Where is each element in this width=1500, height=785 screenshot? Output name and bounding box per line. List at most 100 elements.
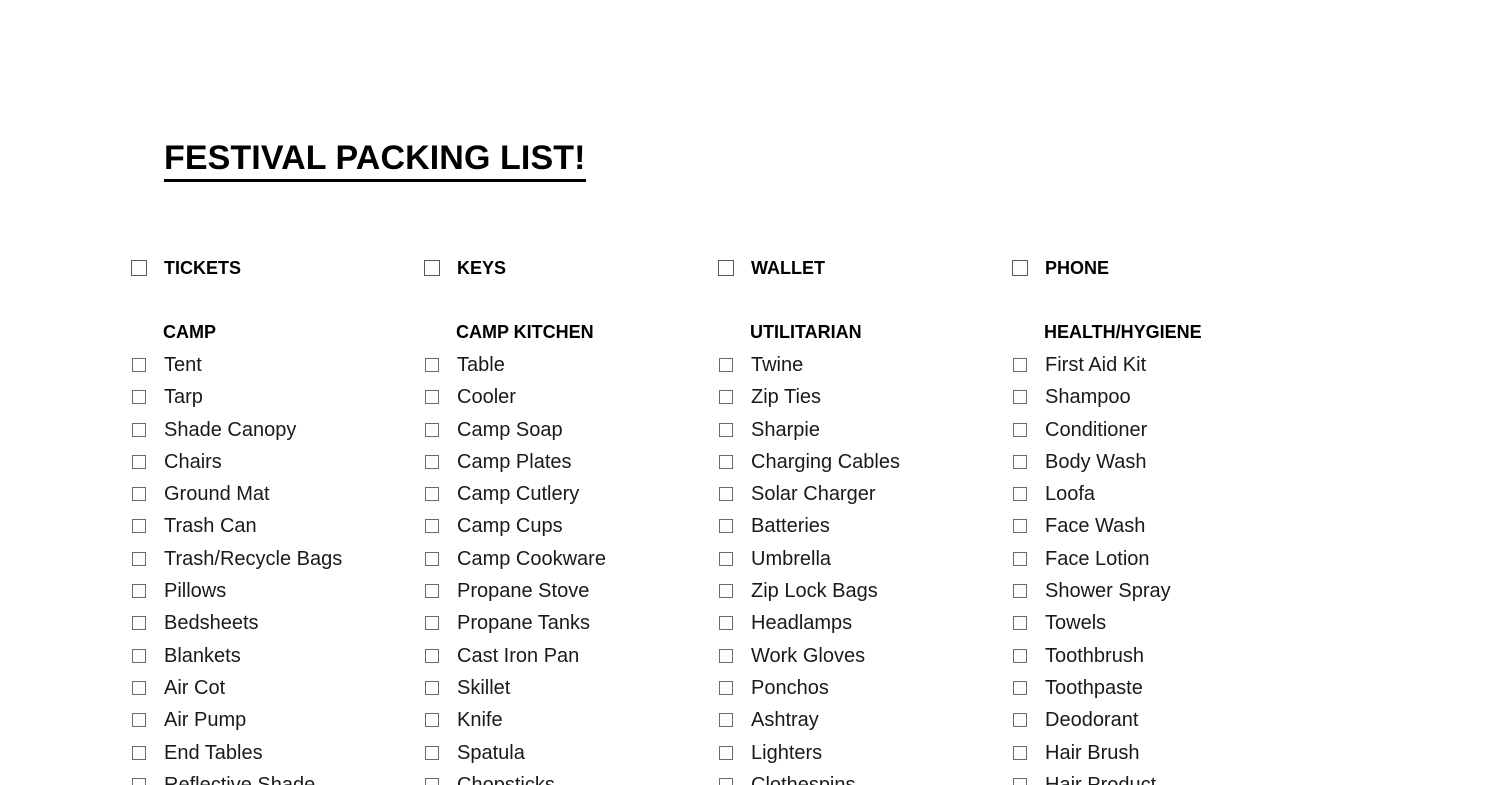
list-item[interactable]: Lighters — [718, 741, 1018, 765]
checkbox-icon[interactable] — [1013, 584, 1027, 599]
list-item[interactable]: Table — [424, 353, 724, 377]
checkbox-icon[interactable] — [132, 680, 146, 695]
checkbox-icon[interactable] — [1013, 519, 1027, 534]
checkbox-icon[interactable] — [425, 551, 439, 566]
list-item[interactable]: Hair Product — [1012, 773, 1312, 785]
list-item[interactable]: Clothespins — [718, 773, 1018, 785]
list-item[interactable]: First Aid Kit — [1012, 353, 1312, 377]
checkbox-icon[interactable] — [1013, 680, 1027, 695]
list-item[interactable]: Solar Charger — [718, 482, 1018, 506]
list-item[interactable]: Work Gloves — [718, 644, 1018, 668]
checkbox-icon[interactable] — [1013, 487, 1027, 502]
list-item[interactable]: Towels — [1012, 611, 1312, 635]
list-item[interactable]: Bedsheets — [131, 611, 431, 635]
checkbox-icon[interactable] — [425, 422, 439, 437]
checkbox-icon[interactable] — [425, 390, 439, 405]
list-item[interactable]: Trash/Recycle Bags — [131, 547, 431, 571]
checkbox-icon[interactable] — [132, 487, 146, 502]
list-item[interactable]: Hair Brush — [1012, 741, 1312, 765]
checkbox-icon[interactable] — [1013, 551, 1027, 566]
checkbox-icon[interactable] — [425, 358, 439, 372]
checkbox-icon[interactable] — [1013, 358, 1027, 372]
list-item[interactable]: Trash Can — [131, 514, 431, 538]
list-item[interactable]: Conditioner — [1012, 418, 1312, 442]
list-item[interactable]: Camp Soap — [424, 418, 724, 442]
checkbox-icon[interactable] — [131, 260, 147, 276]
checkbox-icon[interactable] — [425, 745, 439, 760]
checkbox-icon[interactable] — [132, 713, 146, 728]
checkbox-icon[interactable] — [132, 777, 146, 785]
list-item[interactable]: Sharpie — [718, 418, 1018, 442]
checkbox-icon[interactable] — [1013, 390, 1027, 405]
checkbox-icon[interactable] — [718, 260, 734, 276]
checkbox-icon[interactable] — [719, 551, 733, 566]
checkbox-icon[interactable] — [719, 422, 733, 437]
list-item[interactable]: Face Wash — [1012, 514, 1312, 538]
list-item[interactable]: End Tables — [131, 741, 431, 765]
list-item[interactable]: Body Wash — [1012, 450, 1312, 474]
checkbox-icon[interactable] — [1013, 777, 1027, 785]
checkbox-icon[interactable] — [719, 680, 733, 695]
checkbox-icon[interactable] — [719, 584, 733, 599]
list-item[interactable]: Propane Tanks — [424, 611, 724, 635]
checkbox-icon[interactable] — [425, 519, 439, 534]
list-item[interactable]: Propane Stove — [424, 579, 724, 603]
list-item[interactable]: Batteries — [718, 514, 1018, 538]
list-item[interactable]: Cast Iron Pan — [424, 644, 724, 668]
list-item[interactable]: Toothbrush — [1012, 644, 1312, 668]
checkbox-icon[interactable] — [425, 680, 439, 695]
list-item[interactable]: Air Pump — [131, 708, 431, 732]
list-item[interactable]: Camp Cookware — [424, 547, 724, 571]
list-item[interactable]: Camp Cutlery — [424, 482, 724, 506]
list-item[interactable]: Chairs — [131, 450, 431, 474]
checkbox-icon[interactable] — [719, 713, 733, 728]
checkbox-icon[interactable] — [132, 358, 146, 372]
checkbox-icon[interactable] — [132, 745, 146, 760]
list-item[interactable]: Umbrella — [718, 547, 1018, 571]
list-item[interactable]: Cooler — [424, 385, 724, 409]
checkbox-icon[interactable] — [1013, 616, 1027, 631]
list-item[interactable]: Spatula — [424, 741, 724, 765]
list-item[interactable]: Ponchos — [718, 676, 1018, 700]
checkbox-icon[interactable] — [719, 358, 733, 372]
list-item[interactable]: Charging Cables — [718, 450, 1018, 474]
list-item[interactable]: Ground Mat — [131, 482, 431, 506]
checkbox-icon[interactable] — [1012, 260, 1028, 276]
list-item[interactable]: Camp Plates — [424, 450, 724, 474]
list-item[interactable]: Chopsticks — [424, 773, 724, 785]
checkbox-icon[interactable] — [719, 454, 733, 469]
checkbox-icon[interactable] — [719, 487, 733, 502]
checkbox-icon[interactable] — [132, 519, 146, 534]
list-item[interactable]: Reflective Shade — [131, 773, 431, 785]
checkbox-icon[interactable] — [425, 584, 439, 599]
checkbox-icon[interactable] — [132, 551, 146, 566]
list-item[interactable]: Knife — [424, 708, 724, 732]
list-item[interactable]: Air Cot — [131, 676, 431, 700]
list-item[interactable]: Blankets — [131, 644, 431, 668]
checkbox-icon[interactable] — [1013, 745, 1027, 760]
essential-item-phone[interactable]: PHONE — [1012, 257, 1109, 279]
checkbox-icon[interactable] — [719, 745, 733, 760]
list-item[interactable]: Headlamps — [718, 611, 1018, 635]
list-item[interactable]: Shampoo — [1012, 385, 1312, 409]
list-item[interactable]: Shower Spray — [1012, 579, 1312, 603]
list-item[interactable]: Shade Canopy — [131, 418, 431, 442]
checkbox-icon[interactable] — [424, 260, 440, 276]
essential-item-tickets[interactable]: TICKETS — [131, 257, 241, 279]
checkbox-icon[interactable] — [425, 777, 439, 785]
checkbox-icon[interactable] — [719, 390, 733, 405]
essential-item-keys[interactable]: KEYS — [424, 257, 506, 279]
list-item[interactable]: Skillet — [424, 676, 724, 700]
checkbox-icon[interactable] — [1013, 713, 1027, 728]
list-item[interactable]: Loofa — [1012, 482, 1312, 506]
list-item[interactable]: Ashtray — [718, 708, 1018, 732]
checkbox-icon[interactable] — [425, 487, 439, 502]
checkbox-icon[interactable] — [132, 454, 146, 469]
checkbox-icon[interactable] — [719, 648, 733, 663]
checkbox-icon[interactable] — [1013, 422, 1027, 437]
essential-item-wallet[interactable]: WALLET — [718, 257, 825, 279]
checkbox-icon[interactable] — [1013, 648, 1027, 663]
list-item[interactable]: Tarp — [131, 385, 431, 409]
checkbox-icon[interactable] — [132, 422, 146, 437]
list-item[interactable]: Pillows — [131, 579, 431, 603]
